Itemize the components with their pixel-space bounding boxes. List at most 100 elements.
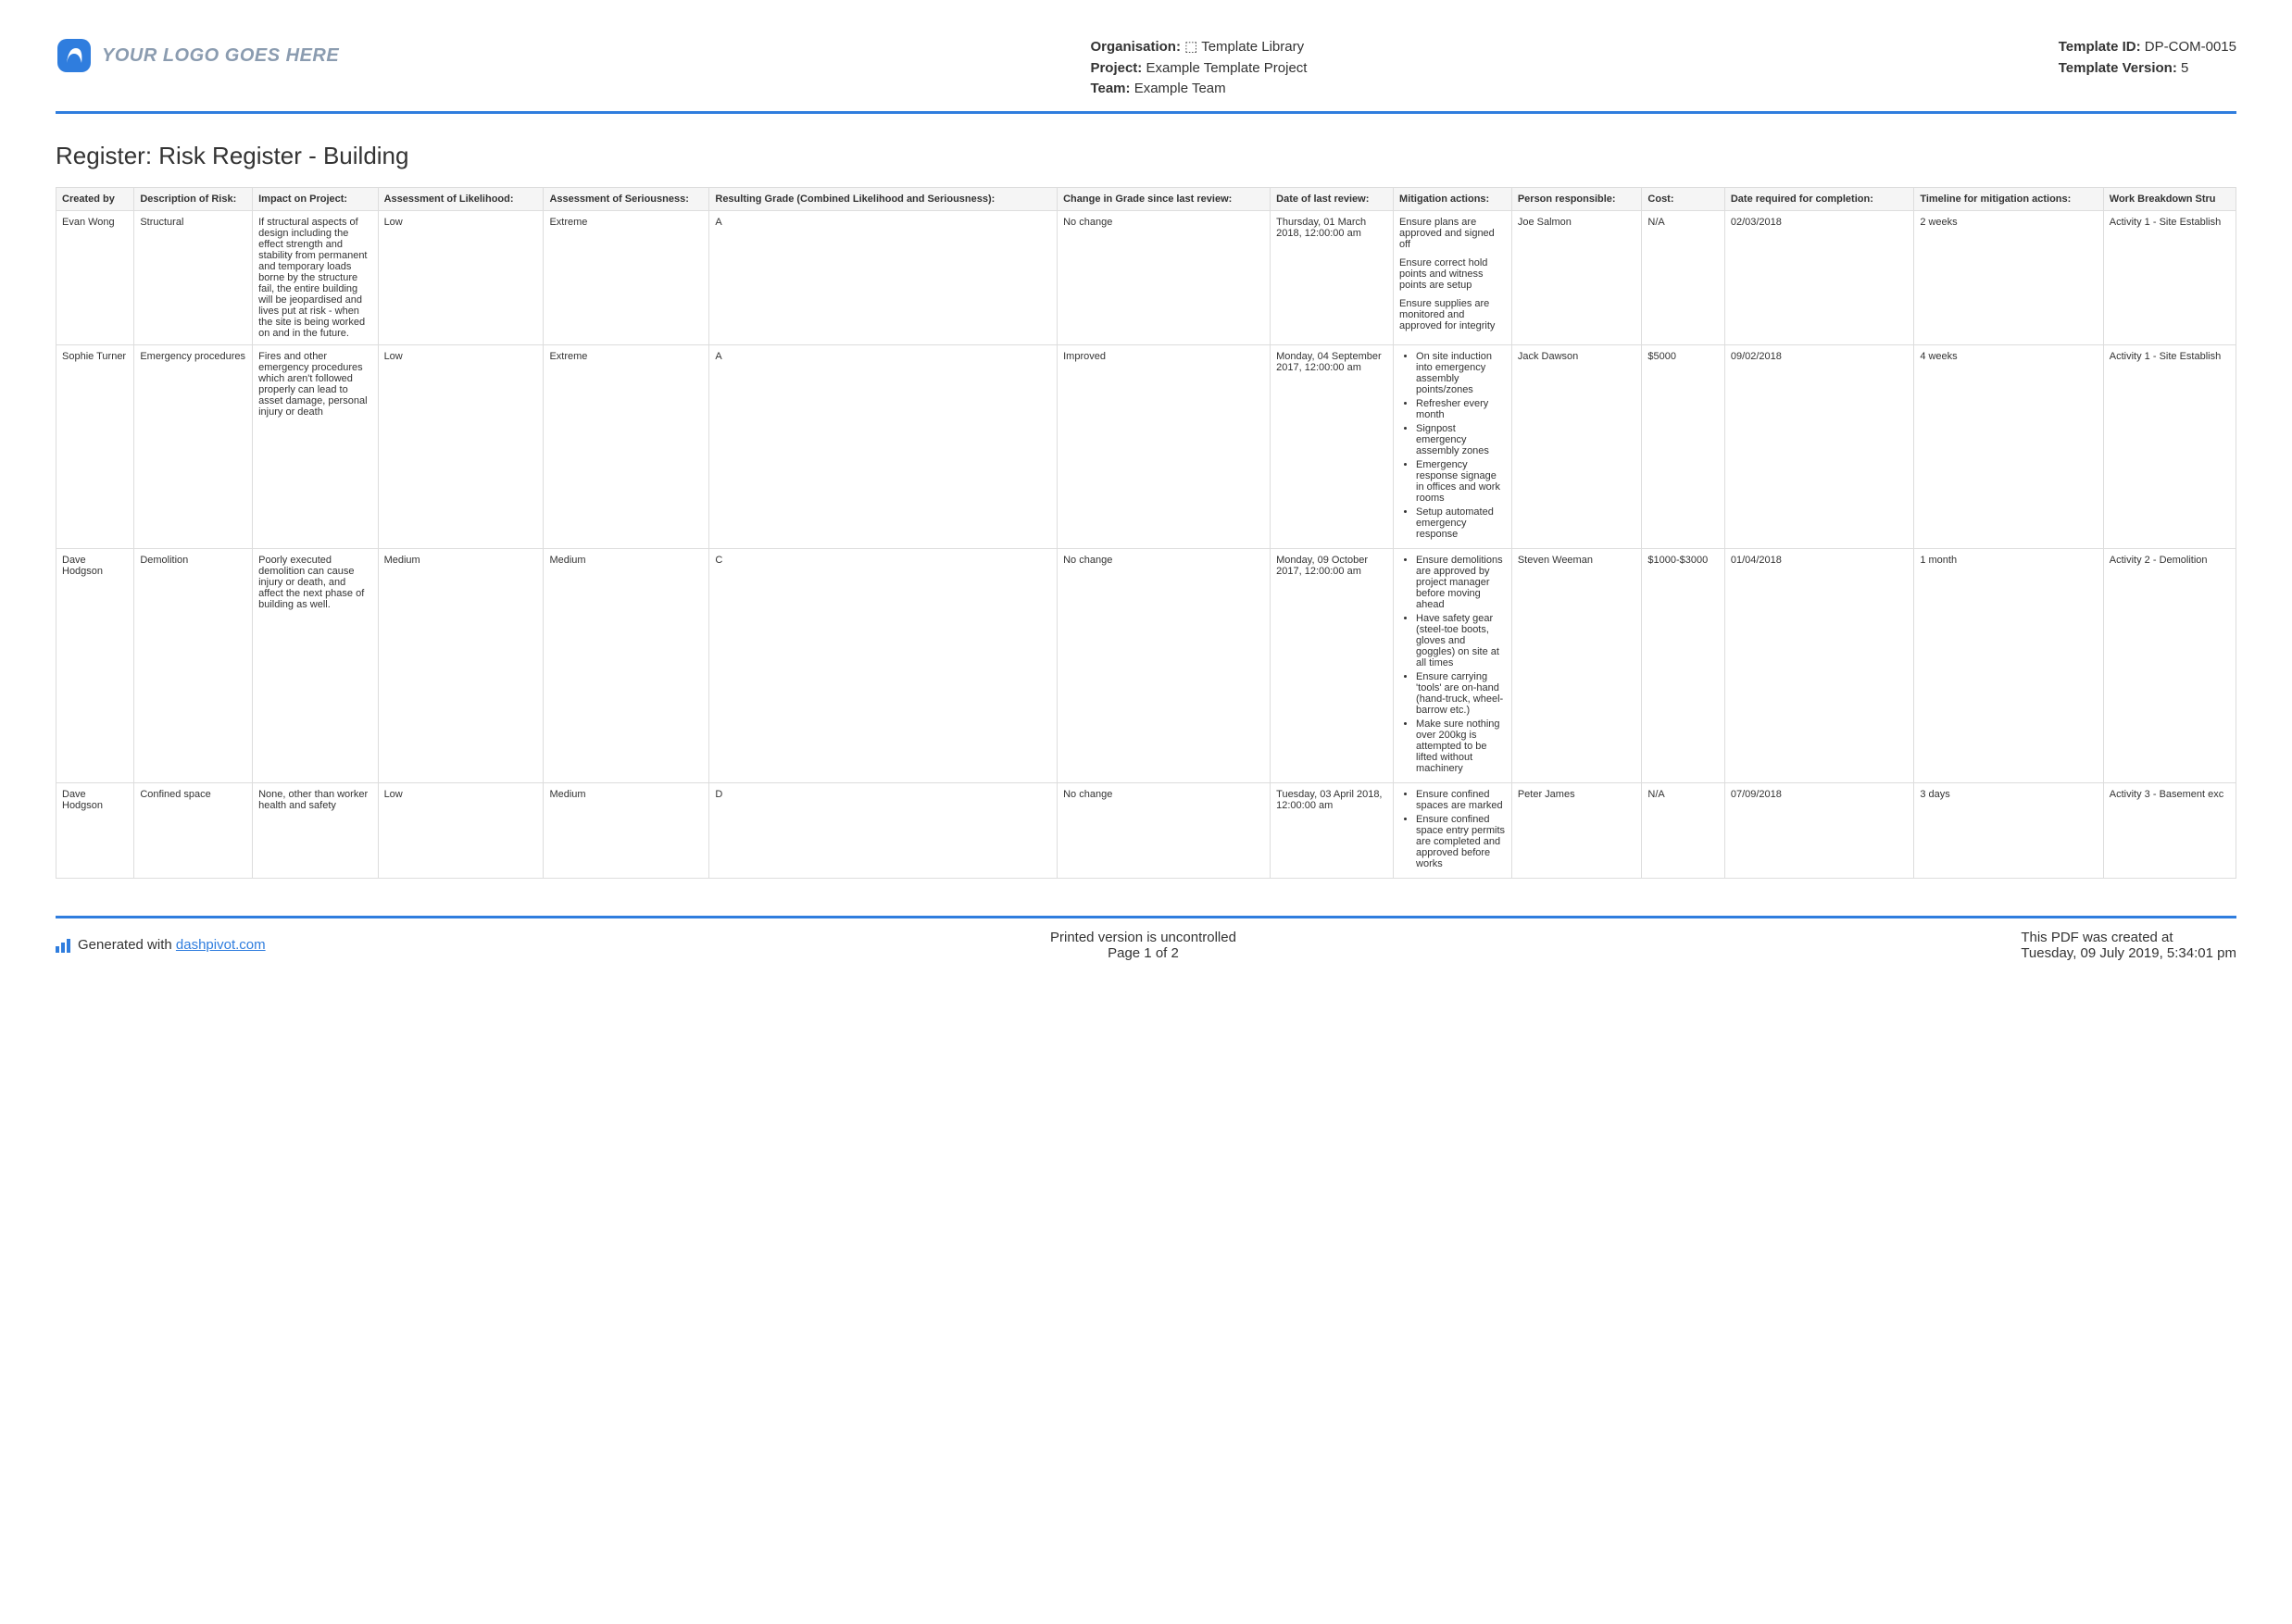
- table-cell: Low: [378, 210, 544, 344]
- table-cell: N/A: [1642, 782, 1724, 878]
- list-item: Make sure nothing over 200kg is attempte…: [1416, 718, 1506, 774]
- table-cell: $1000-$3000: [1642, 548, 1724, 782]
- table-cell: Medium: [378, 548, 544, 782]
- table-cell: Activity 1 - Site Establish: [2103, 210, 2236, 344]
- table-cell: Low: [378, 344, 544, 548]
- table-cell: No change: [1058, 782, 1271, 878]
- table-cell: Emergency procedures: [134, 344, 253, 548]
- column-header: Date required for completion:: [1724, 187, 1913, 210]
- table-cell: Joe Salmon: [1511, 210, 1642, 344]
- table-row: Dave HodgsonDemolitionPoorly executed de…: [56, 548, 2236, 782]
- table-cell: A: [709, 210, 1058, 344]
- table-cell: 3 days: [1914, 782, 2103, 878]
- table-cell: Medium: [544, 548, 709, 782]
- meta-right: Template ID: DP-COM-0015 Template Versio…: [2059, 37, 2236, 79]
- org-value: ⬚ Template Library: [1184, 39, 1304, 55]
- table-cell: Extreme: [544, 210, 709, 344]
- list-item: On site induction into emergency assembl…: [1416, 351, 1506, 395]
- list-item: Setup automated emergency response: [1416, 506, 1506, 540]
- table-cell: On site induction into emergency assembl…: [1394, 344, 1512, 548]
- table-cell: Structural: [134, 210, 253, 344]
- project-value: Example Template Project: [1146, 60, 1307, 76]
- register-title: Register: Risk Register - Building: [56, 142, 2236, 170]
- logo-icon: [56, 37, 93, 74]
- mitigation-list: On site induction into emergency assembl…: [1399, 351, 1506, 540]
- template-id-value: DP-COM-0015: [2145, 39, 2236, 55]
- column-header: Mitigation actions:: [1394, 187, 1512, 210]
- list-item: Signpost emergency assembly zones: [1416, 423, 1506, 456]
- table-cell: Steven Weeman: [1511, 548, 1642, 782]
- mitigation-paragraph: Ensure correct hold points and witness p…: [1399, 257, 1506, 291]
- document-page: YOUR LOGO GOES HERE Organisation: ⬚ Temp…: [0, 0, 2292, 1528]
- table-cell: Demolition: [134, 548, 253, 782]
- meta-left: Organisation: ⬚ Template Library Project…: [1090, 37, 1307, 100]
- footer-center: Printed version is uncontrolled Page 1 o…: [1050, 930, 1236, 961]
- list-item: Ensure confined space entry permits are …: [1416, 814, 1506, 869]
- table-cell: Extreme: [544, 344, 709, 548]
- table-row: Dave HodgsonConfined spaceNone, other th…: [56, 782, 2236, 878]
- org-label: Organisation:: [1090, 39, 1181, 55]
- template-id-label: Template ID:: [2059, 39, 2141, 55]
- team-label: Team:: [1090, 81, 1130, 96]
- table-cell: Sophie Turner: [56, 344, 134, 548]
- table-cell: Monday, 04 September 2017, 12:00:00 am: [1271, 344, 1394, 548]
- template-ver-label: Template Version:: [2059, 60, 2177, 76]
- table-cell: If structural aspects of design includin…: [253, 210, 378, 344]
- risk-table: Created byDescription of Risk:Impact on …: [56, 187, 2236, 879]
- list-item: Ensure carrying 'tools' are on-hand (han…: [1416, 671, 1506, 716]
- table-cell: No change: [1058, 548, 1271, 782]
- chart-icon: [56, 938, 70, 953]
- column-header: Impact on Project:: [253, 187, 378, 210]
- table-cell: Fires and other emergency procedures whi…: [253, 344, 378, 548]
- column-header: Work Breakdown Stru: [2103, 187, 2236, 210]
- table-cell: 09/02/2018: [1724, 344, 1913, 548]
- table-cell: 01/04/2018: [1724, 548, 1913, 782]
- table-header-row: Created byDescription of Risk:Impact on …: [56, 187, 2236, 210]
- page-number: Page 1 of 2: [1050, 945, 1236, 961]
- table-cell: Ensure demolitions are approved by proje…: [1394, 548, 1512, 782]
- table-cell: Confined space: [134, 782, 253, 878]
- table-cell: C: [709, 548, 1058, 782]
- table-cell: Activity 3 - Basement exc: [2103, 782, 2236, 878]
- table-row: Sophie TurnerEmergency proceduresFires a…: [56, 344, 2236, 548]
- table-cell: Monday, 09 October 2017, 12:00:00 am: [1271, 548, 1394, 782]
- table-cell: Tuesday, 03 April 2018, 12:00:00 am: [1271, 782, 1394, 878]
- column-header: Created by: [56, 187, 134, 210]
- mitigation-list: Ensure confined spaces are marked Ensure …: [1399, 789, 1506, 869]
- template-ver-value: 5: [2181, 60, 2188, 76]
- table-cell: 02/03/2018: [1724, 210, 1913, 344]
- created-label: This PDF was created at: [2021, 930, 2236, 945]
- column-header: Description of Risk:: [134, 187, 253, 210]
- column-header: Person responsible:: [1511, 187, 1642, 210]
- logo-text: YOUR LOGO GOES HERE: [102, 45, 339, 67]
- mitigation-paragraph: Ensure supplies are monitored and approv…: [1399, 298, 1506, 331]
- logo-area: YOUR LOGO GOES HERE: [56, 37, 339, 74]
- table-cell: Activity 1 - Site Establish: [2103, 344, 2236, 548]
- list-item: Have safety gear (steel-toe boots, glove…: [1416, 613, 1506, 668]
- list-item: Ensure confined spaces are marked: [1416, 789, 1506, 811]
- created-value: Tuesday, 09 July 2019, 5:34:01 pm: [2021, 945, 2236, 961]
- table-cell: None, other than worker health and safet…: [253, 782, 378, 878]
- table-cell: Ensure plans are approved and signed off…: [1394, 210, 1512, 344]
- dashpivot-link[interactable]: dashpivot.com: [176, 937, 266, 953]
- table-cell: Thursday, 01 March 2018, 12:00:00 am: [1271, 210, 1394, 344]
- table-cell: Improved: [1058, 344, 1271, 548]
- table-cell: D: [709, 782, 1058, 878]
- list-item: Emergency response signage in offices an…: [1416, 459, 1506, 504]
- column-header: Assessment of Seriousness:: [544, 187, 709, 210]
- mitigation-list: Ensure demolitions are approved by proje…: [1399, 555, 1506, 774]
- table-cell: Low: [378, 782, 544, 878]
- table-cell: $5000: [1642, 344, 1724, 548]
- column-header: Cost:: [1642, 187, 1724, 210]
- list-item: Refresher every month: [1416, 398, 1506, 420]
- column-header: Assessment of Likelihood:: [378, 187, 544, 210]
- footer-left: Generated with dashpivot.com: [56, 930, 266, 961]
- column-header: Timeline for mitigation actions:: [1914, 187, 2103, 210]
- footer-right: This PDF was created at Tuesday, 09 July…: [2021, 930, 2236, 961]
- document-footer: Generated with dashpivot.com Printed ver…: [56, 916, 2236, 961]
- table-cell: Activity 2 - Demolition: [2103, 548, 2236, 782]
- column-header: Change in Grade since last review:: [1058, 187, 1271, 210]
- table-cell: Evan Wong: [56, 210, 134, 344]
- column-header: Resulting Grade (Combined Likelihood and…: [709, 187, 1058, 210]
- table-cell: Ensure confined spaces are marked Ensure …: [1394, 782, 1512, 878]
